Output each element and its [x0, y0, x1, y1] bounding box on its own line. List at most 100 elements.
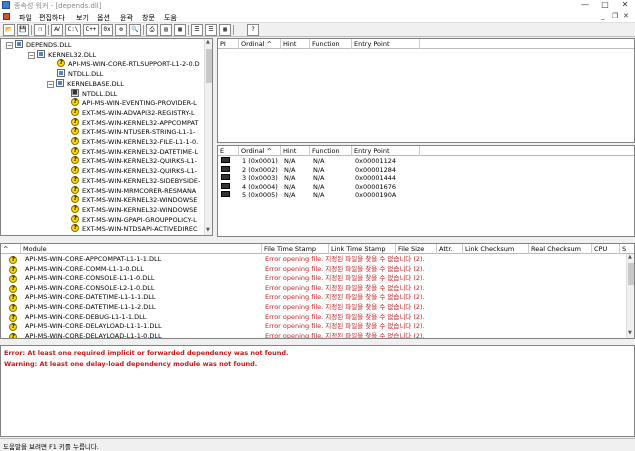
- close-button[interactable]: ✕: [618, 0, 632, 11]
- mdi-minimize-button[interactable]: _: [601, 12, 605, 20]
- export-row[interactable]: 5 (0x0005) N/A N/A 0x0000190A: [218, 191, 634, 200]
- module-row[interactable]: API-MS-WIN-CORE-DEBUG-L1-1-1.DLL Error op…: [3, 313, 623, 322]
- dependency-tree[interactable]: − DEPENDS.DLL − KERNEL32.DLLAPI-MS-WIN-CORE…: [0, 38, 213, 236]
- open-button[interactable]: 📂: [3, 24, 15, 36]
- undecorate-cpp-button[interactable]: C++: [83, 24, 99, 36]
- menu-file[interactable]: 파일: [19, 13, 32, 23]
- menu-profile[interactable]: 윤곽: [120, 13, 133, 23]
- col-ordinal[interactable]: Ordinal ^: [239, 39, 281, 49]
- module-row[interactable]: API-MS-WIN-CORE-DATETIME-L1-1-1.DLL Error…: [3, 293, 623, 303]
- print-button[interactable]: ⎙: [146, 24, 158, 36]
- col-pi[interactable]: PI: [218, 39, 239, 49]
- save-button[interactable]: 💾: [17, 24, 29, 36]
- tree-node[interactable]: EXT-MS-WIN-KERNEL32-QUIRKS-L1-: [61, 165, 197, 176]
- module-row[interactable]: API-MS-WIN-CORE-CONSOLE-L2-1-0.DLL Error …: [3, 283, 623, 293]
- col-module[interactable]: Module: [21, 244, 262, 254]
- col-hint[interactable]: Hint: [281, 146, 310, 156]
- log-pane[interactable]: Error: At least one required implicit or…: [0, 345, 635, 437]
- external-viewer-button[interactable]: ▦: [174, 24, 186, 36]
- module-row[interactable]: API-MS-WIN-CORE-APPCOMPAT-L1-1-1.DLL Erro…: [3, 255, 623, 265]
- collapse-icon[interactable]: −: [6, 42, 13, 49]
- col-cpu[interactable]: CPU: [592, 244, 620, 254]
- col-ordinal[interactable]: Ordinal ^: [239, 146, 281, 156]
- scrollbar-thumb[interactable]: [206, 49, 212, 83]
- scroll-up-icon[interactable]: ▲: [206, 39, 210, 45]
- scroll-down-icon[interactable]: ▼: [206, 227, 210, 233]
- tree-node[interactable]: EXT-MS-WIN-KERNEL32-FILE-L1-1-0.: [61, 136, 198, 147]
- scroll-down-icon[interactable]: ▼: [628, 330, 632, 336]
- module-scrollbar[interactable]: ▲ ▼: [626, 254, 634, 338]
- tree-node[interactable]: API-MS-WIN-EVENTING-PROVIDER-L: [61, 97, 197, 108]
- tree-node[interactable]: API-MS-WIN-CORE-RTLSUPPORT-L1-2-0.D: [47, 58, 200, 69]
- layout-button[interactable]: ☰: [191, 24, 203, 36]
- collapse-icon[interactable]: −: [47, 80, 54, 88]
- tree-node[interactable]: − DEPENDS.DLL: [6, 40, 71, 50]
- find-button[interactable]: 🔍: [129, 24, 141, 36]
- tree-node[interactable]: EXT-MS-WIN-KERNEL32-QUIRKS-L1-: [61, 155, 197, 166]
- col-hint[interactable]: Hint: [281, 39, 310, 49]
- col-link-time[interactable]: Link Time Stamp: [329, 244, 396, 254]
- col-file-time[interactable]: File Time Stamp: [262, 244, 329, 254]
- col-function[interactable]: Function: [310, 39, 352, 49]
- scrollbar-thumb[interactable]: [628, 263, 634, 285]
- col-link-checksum[interactable]: Link Checksum: [463, 244, 529, 254]
- minimize-button[interactable]: —: [578, 0, 592, 11]
- tree-node-label: EXT-MS-WIN-KERNEL32-SIDEBYSIDE-: [82, 176, 201, 185]
- document-icon[interactable]: [3, 13, 10, 20]
- tree-node[interactable]: EXT-MS-WIN-KERNEL32-APPCOMPAT: [61, 117, 198, 128]
- tree-node[interactable]: EXT-MS-WIN-KERNEL32-WINDOWSE: [61, 204, 197, 215]
- properties-button[interactable]: ▤: [160, 24, 172, 36]
- col-entry-point[interactable]: Entry Point: [352, 39, 420, 49]
- col-sort[interactable]: ^: [1, 244, 21, 254]
- tree-node[interactable]: EXT-MS-WIN-MRMCORER-RESMANA: [61, 185, 196, 196]
- col-subsystem[interactable]: S: [620, 244, 634, 254]
- col-file-size[interactable]: File Size: [396, 244, 437, 254]
- module-name: API-MS-WIN-CORE-CONSOLE-L2-1-0.DLL: [25, 283, 155, 292]
- tree-node[interactable]: EXT-MS-WIN-KERNEL32-SIDEBYSIDE-: [61, 175, 201, 186]
- tree-node[interactable]: EXT-MS-WIN-KERNEL32-WINDOWSE: [61, 194, 197, 205]
- exports-pane[interactable]: E Ordinal ^ Hint Function Entry Point 1 …: [217, 145, 635, 237]
- copy-button[interactable]: ❐: [34, 24, 46, 36]
- tree-node[interactable]: NTDLL.DLL: [61, 88, 117, 99]
- col-entry-point[interactable]: Entry Point: [352, 146, 420, 156]
- help-button[interactable]: ?: [247, 24, 259, 36]
- view-button[interactable]: ▦: [219, 24, 231, 36]
- tree-scrollbar[interactable]: ▲ ▼: [204, 39, 212, 235]
- col-attr[interactable]: Attr.: [437, 244, 463, 254]
- module-row[interactable]: API-MS-WIN-CORE-DATETIME-L1-1-2.DLL Error…: [3, 303, 623, 313]
- ordinal-hex-button[interactable]: 0x: [101, 24, 113, 36]
- collapse-icon[interactable]: −: [28, 51, 35, 59]
- menu-window[interactable]: 창문: [142, 13, 155, 23]
- c-path-button[interactable]: C:\: [65, 24, 81, 36]
- menu-options[interactable]: 옵션: [97, 13, 110, 23]
- col-e[interactable]: E: [218, 146, 239, 156]
- tree-node[interactable]: − KERNELBASE.DLL: [47, 78, 124, 89]
- tree-node[interactable]: EXT-MS-WIN-ADVAPI32-REGISTRY-L: [61, 107, 195, 118]
- scroll-up-icon[interactable]: ▲: [628, 254, 632, 260]
- module-row[interactable]: API-MS-WIN-CORE-COMM-L1-1-0.DLL Error ope…: [3, 265, 623, 274]
- col-real-checksum[interactable]: Real Checksum: [529, 244, 592, 254]
- export-icon: [221, 174, 230, 181]
- module-list[interactable]: ^ Module File Time Stamp Link Time Stamp…: [0, 243, 635, 339]
- tree-node[interactable]: EXT-MS-WIN-NTUSER-STRING-L1-1-: [61, 126, 195, 137]
- module-icon: [56, 78, 64, 87]
- columns-button[interactable]: ☰: [205, 24, 217, 36]
- tree-node[interactable]: NTDLL.DLL: [47, 69, 103, 79]
- missing-module-icon: [57, 58, 65, 68]
- module-row[interactable]: API-MS-WIN-CORE-CONSOLE-L1-1-0.DLL Error …: [3, 274, 623, 284]
- tree-node[interactable]: EXT-MS-WIN-GPAPI-GROUPPOLICY-L: [61, 214, 197, 225]
- menu-view[interactable]: 보기: [76, 13, 89, 23]
- mdi-close-button[interactable]: ✕: [623, 12, 629, 20]
- imports-pane[interactable]: PI Ordinal ^ Hint Function Entry Point: [217, 38, 635, 143]
- menu-help[interactable]: 도움: [164, 13, 177, 23]
- module-row[interactable]: API-MS-WIN-CORE-DELAYLOAD-L1-1-0.DLL Erro…: [3, 332, 623, 338]
- module-row[interactable]: API-MS-WIN-CORE-DELAYLOAD-L1-1-1.DLL Erro…: [3, 322, 623, 332]
- tree-node[interactable]: EXT-MS-WIN-NTDSAPI-ACTIVEDIREC: [61, 223, 198, 234]
- tree-node[interactable]: EXT-MS-WIN-KERNEL32-DATETIME-L: [61, 146, 198, 157]
- full-paths-button[interactable]: Ꜹ: [51, 24, 63, 36]
- maximize-button[interactable]: □: [598, 0, 612, 11]
- configure-button[interactable]: ⚙: [115, 24, 127, 36]
- mdi-restore-button[interactable]: ❐: [612, 12, 618, 20]
- menu-edit[interactable]: 편집하다: [39, 13, 65, 23]
- col-function[interactable]: Function: [310, 146, 352, 156]
